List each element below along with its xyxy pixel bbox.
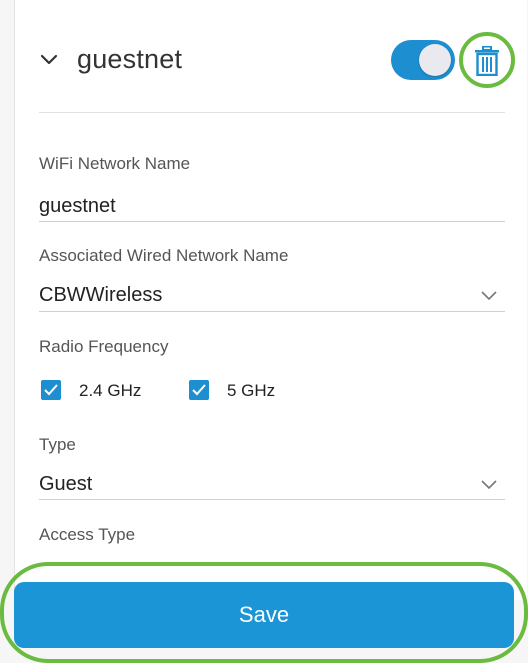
chevron-down-icon[interactable] <box>481 291 497 301</box>
check-icon <box>44 384 58 396</box>
checkbox-5ghz-label: 5 GHz <box>227 381 276 400</box>
access-type-label: Access Type <box>39 525 136 544</box>
save-button[interactable]: Save <box>14 582 514 648</box>
toggle-knob <box>419 44 451 76</box>
type-underline <box>39 499 505 500</box>
enable-toggle[interactable] <box>391 40 455 80</box>
wlan-panel: guestnet WiFi Network Name guestnet Asso… <box>14 0 527 600</box>
wlan-header: guestnet <box>15 0 527 113</box>
network-title: guestnet <box>77 44 183 74</box>
type-select[interactable]: Guest <box>39 473 92 496</box>
checkbox-2-4ghz-label: 2.4 GHz <box>79 381 142 400</box>
wifi-name-input[interactable]: guestnet <box>39 195 116 218</box>
radio-frequency-label: Radio Frequency <box>39 337 169 356</box>
trash-icon <box>475 46 499 76</box>
wifi-name-underline <box>39 221 505 222</box>
chevron-down-icon[interactable] <box>39 50 59 70</box>
type-label: Type <box>39 435 76 454</box>
header-divider <box>39 112 505 113</box>
wired-network-underline <box>39 311 505 312</box>
page: guestnet WiFi Network Name guestnet Asso… <box>0 0 528 663</box>
check-icon <box>192 384 206 396</box>
wired-network-label: Associated Wired Network Name <box>39 246 289 265</box>
chevron-down-icon[interactable] <box>481 480 497 490</box>
wifi-name-label: WiFi Network Name <box>39 154 191 173</box>
delete-button[interactable] <box>459 32 515 88</box>
checkbox-2-4ghz[interactable] <box>41 380 61 400</box>
wired-network-select[interactable]: CBWWireless <box>39 284 162 307</box>
checkbox-5ghz[interactable] <box>189 380 209 400</box>
